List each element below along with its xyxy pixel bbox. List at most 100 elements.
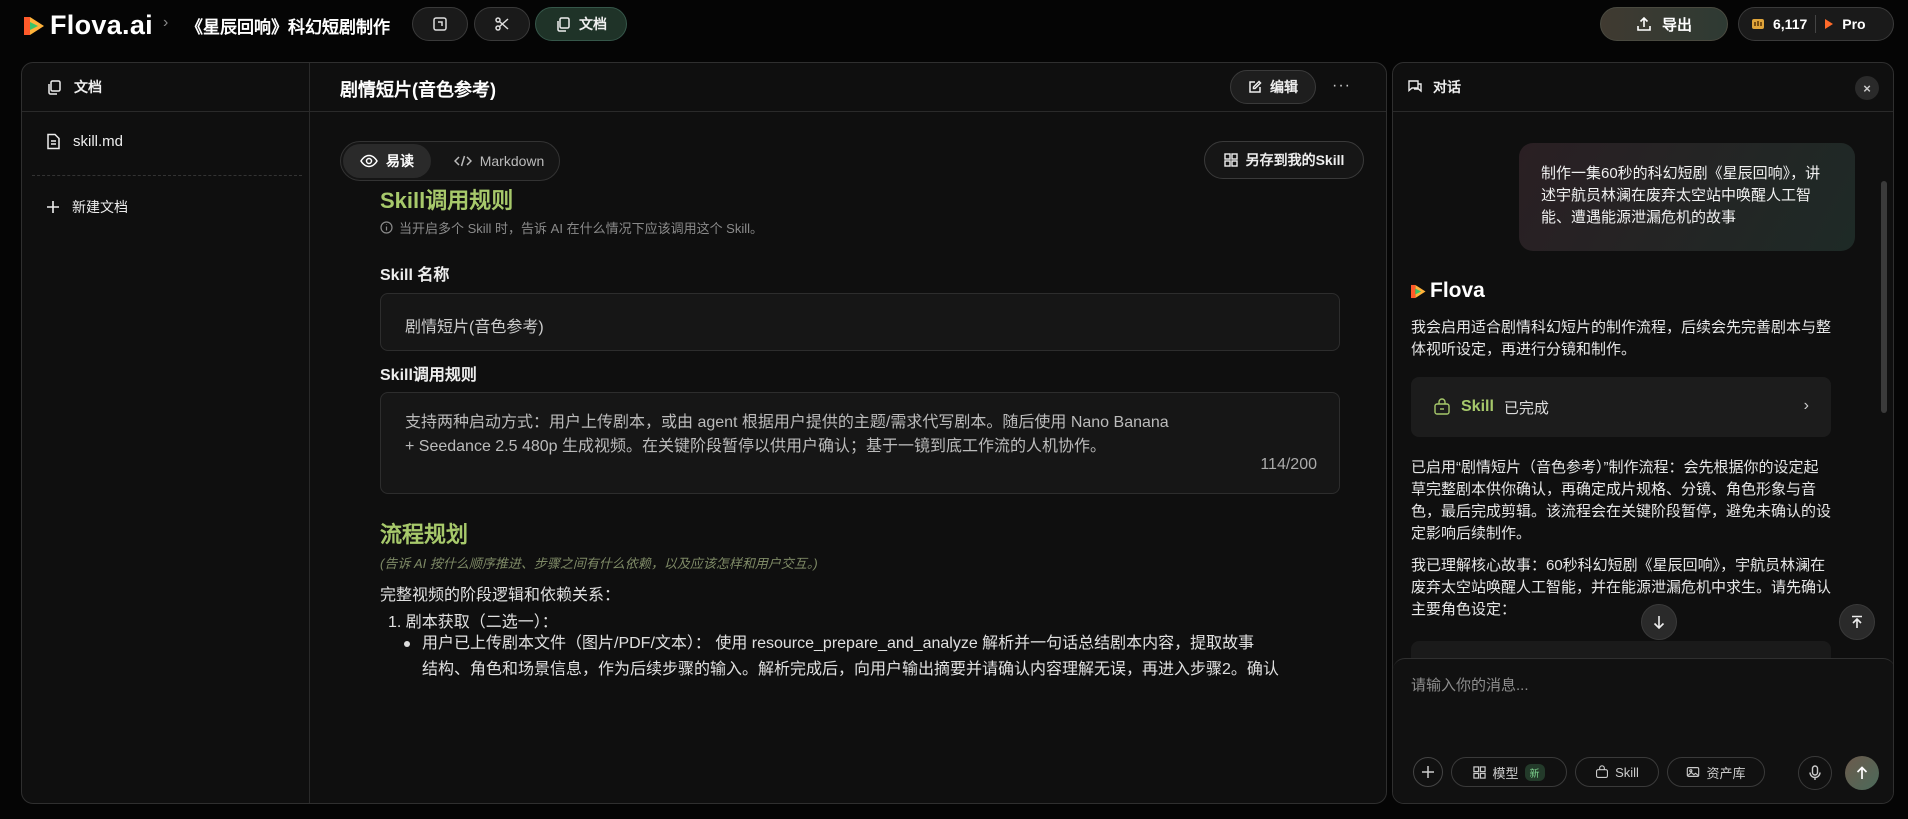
credits-badge[interactable]: 6,117 Pro bbox=[1738, 7, 1894, 41]
arrow-up-icon bbox=[1856, 766, 1868, 779]
copy-doc-icon bbox=[555, 16, 571, 32]
invoke-rule-field[interactable]: 支持两种启动方式：用户上传剧本，或由 agent 根据用户提供的主题/需求代写剧… bbox=[380, 392, 1340, 494]
file-icon bbox=[46, 133, 61, 150]
section-hint-text: 当开启多个 Skill 时，告诉 AI 在什么情况下应该调用这个 Skill。 bbox=[399, 221, 764, 236]
message-input[interactable] bbox=[1411, 677, 1871, 694]
char-counter: 114/200 bbox=[1260, 456, 1317, 473]
section-hint: 当开启多个 Skill 时，告诉 AI 在什么情况下应该调用这个 Skill。 bbox=[380, 218, 763, 237]
view-markdown-tab[interactable]: Markdown bbox=[441, 144, 557, 178]
scroll-down-button[interactable] bbox=[1641, 604, 1677, 640]
more-options-button[interactable]: ··· bbox=[1332, 77, 1351, 95]
chat-scrollbar[interactable] bbox=[1881, 181, 1887, 413]
model-chip[interactable]: 模型 新 bbox=[1451, 757, 1567, 787]
docs-icon bbox=[46, 79, 62, 95]
rule-text-line-1: 支持两种启动方式：用户上传剧本，或由 agent 根据用户提供的主题/需求代写剧… bbox=[405, 414, 1169, 431]
scissors-icon bbox=[494, 16, 510, 32]
flova-logo[interactable]: Flova.ai bbox=[24, 10, 153, 41]
sidebar-title: 文档 bbox=[74, 79, 102, 95]
ai-message-3: 我已理解核心故事：60秒科幻短剧《星辰回响》，宇航员林澜在废弃太空站唤醒人工智能… bbox=[1411, 557, 1832, 618]
skill-bag-icon bbox=[1596, 765, 1609, 778]
sidebar-item-skill-md[interactable]: skill.md bbox=[46, 133, 123, 150]
view-read-tab[interactable]: 易读 bbox=[343, 144, 431, 178]
skill-card-name: Skill bbox=[1461, 398, 1494, 415]
ai-message-2: 已启用“剧情短片（音色参考）”制作流程：会先根据你的设定起草完整剧本供你确认，再… bbox=[1411, 459, 1832, 542]
frame-icon bbox=[432, 16, 448, 32]
view-read-label: 易读 bbox=[386, 153, 414, 169]
chat-panel: 对话 × 制作一集60秒的科幻短剧《星辰回响》，讲述宇航员林澜在废弃太空站中唤醒… bbox=[1392, 62, 1894, 804]
skill-chip-label: Skill bbox=[1615, 764, 1639, 780]
flow-hint: (告诉 AI 按什么顺序推进、步骤之间有什么依赖，以及应该怎样和用户交互。) bbox=[380, 556, 818, 571]
chat-header: 对话 × bbox=[1393, 63, 1893, 112]
section-title-flow-plan: 流程规划 bbox=[380, 522, 469, 547]
message-composer: 模型 新 Skill 资产库 bbox=[1393, 658, 1893, 803]
asset-chip-label: 资产库 bbox=[1706, 765, 1746, 781]
edit-label: 编辑 bbox=[1270, 79, 1298, 95]
model-grid-icon bbox=[1473, 765, 1487, 779]
skill-status-card[interactable]: Skill 已完成 › bbox=[1411, 377, 1831, 437]
ai-message-1: 我会启用适合剧情科幻短片的制作流程，后续会先完善剧本与整体视听设定，再进行分镜和… bbox=[1411, 319, 1832, 358]
upload-icon bbox=[1636, 16, 1652, 32]
flow-bullet-line-1: 用户已上传剧本文件（图片/PDF/文本）： 使用 resource_prepar… bbox=[422, 635, 1255, 652]
flow-intro: 完整视频的阶段逻辑和依赖关系： bbox=[380, 587, 621, 604]
invoke-rule-label: Skill调用规则 bbox=[380, 367, 477, 384]
flow-bullet-1: 用户已上传剧本文件（图片/PDF/文本）： 使用 resource_prepar… bbox=[404, 631, 1342, 683]
chat-title: 对话 bbox=[1433, 79, 1461, 95]
flow-bullet-line-2: 结构、角色和场景信息，作为后续步骤的输入。解析完成后，向用户输出摘要并请确认内容… bbox=[422, 661, 1279, 678]
flova-logo-mark-icon bbox=[24, 16, 44, 35]
project-title[interactable]: 《星辰回响》科幻短剧制作 bbox=[186, 13, 390, 38]
new-document-button[interactable]: 新建文档 bbox=[46, 197, 128, 217]
info-icon bbox=[380, 221, 393, 234]
breadcrumb-separator-icon: › bbox=[163, 14, 169, 31]
credits-icon bbox=[1751, 17, 1765, 31]
scroll-top-button[interactable] bbox=[1839, 604, 1875, 640]
skill-bag-icon bbox=[1433, 398, 1451, 416]
send-button[interactable] bbox=[1845, 756, 1879, 790]
flow-step-1: 1. 剧本获取（二选一）： bbox=[388, 614, 558, 631]
microphone-icon bbox=[1809, 765, 1821, 780]
credits-count: 6,117 bbox=[1773, 16, 1808, 32]
skill-name-field[interactable]: 剧情短片(音色参考) bbox=[380, 293, 1340, 351]
attach-button[interactable] bbox=[1413, 757, 1443, 787]
voice-input-button[interactable] bbox=[1798, 756, 1832, 790]
plus-icon bbox=[1422, 766, 1434, 778]
grid-icon bbox=[1223, 153, 1238, 167]
chat-icon bbox=[1407, 79, 1423, 95]
section-title-invoke-rules: Skill调用规则 bbox=[380, 188, 514, 213]
skill-chip[interactable]: Skill bbox=[1575, 757, 1659, 787]
arrow-down-icon bbox=[1653, 616, 1665, 629]
sidebar-divider bbox=[32, 175, 302, 176]
docs-tab-button[interactable]: 文档 bbox=[535, 7, 627, 41]
chevron-right-icon: › bbox=[1803, 397, 1809, 414]
asset-library-chip[interactable]: 资产库 bbox=[1667, 757, 1765, 787]
edit-cut-button[interactable] bbox=[474, 7, 530, 41]
view-markdown-label: Markdown bbox=[479, 153, 545, 169]
ai-brand: Flova bbox=[1411, 279, 1485, 303]
user-message-bubble: 制作一集60秒的科幻短剧《星辰回响》，讲述宇航员林澜在废弃太空站中唤醒人工智能、… bbox=[1519, 143, 1855, 251]
credits-divider bbox=[1815, 15, 1817, 33]
skill-name-label: Skill 名称 bbox=[380, 267, 450, 284]
edit-icon bbox=[1248, 80, 1262, 94]
view-mode-toggle: 易读 Markdown bbox=[340, 141, 560, 181]
skill-card-status: 已完成 bbox=[1503, 399, 1549, 417]
doc-sidebar: 文档 skill.md 新建文档 bbox=[22, 63, 310, 803]
close-chat-button[interactable]: × bbox=[1855, 76, 1879, 100]
image-folder-icon bbox=[1687, 767, 1700, 777]
save-to-my-skill-button[interactable]: 另存到我的Skill bbox=[1204, 141, 1364, 179]
rule-text-line-2: + Seedance 2.5 480p 生成视频。在关键阶段暂停以供用户确认；基… bbox=[405, 438, 1107, 455]
sidebar-header: 文档 bbox=[22, 63, 309, 112]
code-icon bbox=[453, 154, 472, 168]
document-header: 剧情短片(音色参考) 编辑 ··· bbox=[310, 63, 1386, 112]
new-badge: 新 bbox=[1524, 763, 1545, 781]
document-title: 剧情短片(音色参考) bbox=[340, 80, 496, 100]
export-label: 导出 bbox=[1661, 16, 1692, 34]
pro-play-icon bbox=[1824, 18, 1834, 30]
canvas-view-button[interactable] bbox=[412, 7, 468, 41]
ai-brand-name: Flova bbox=[1430, 279, 1485, 302]
model-chip-label: 模型 bbox=[1492, 765, 1519, 781]
export-button[interactable]: 导出 bbox=[1600, 7, 1728, 41]
new-doc-label: 新建文档 bbox=[72, 199, 128, 215]
top-bar: Flova.ai › 《星辰回响》科幻短剧制作 文档 导出 6,117 Pro bbox=[0, 0, 1908, 48]
flova-mark-icon bbox=[1411, 284, 1426, 298]
edit-button[interactable]: 编辑 bbox=[1230, 70, 1316, 104]
file-name: skill.md bbox=[73, 133, 124, 150]
